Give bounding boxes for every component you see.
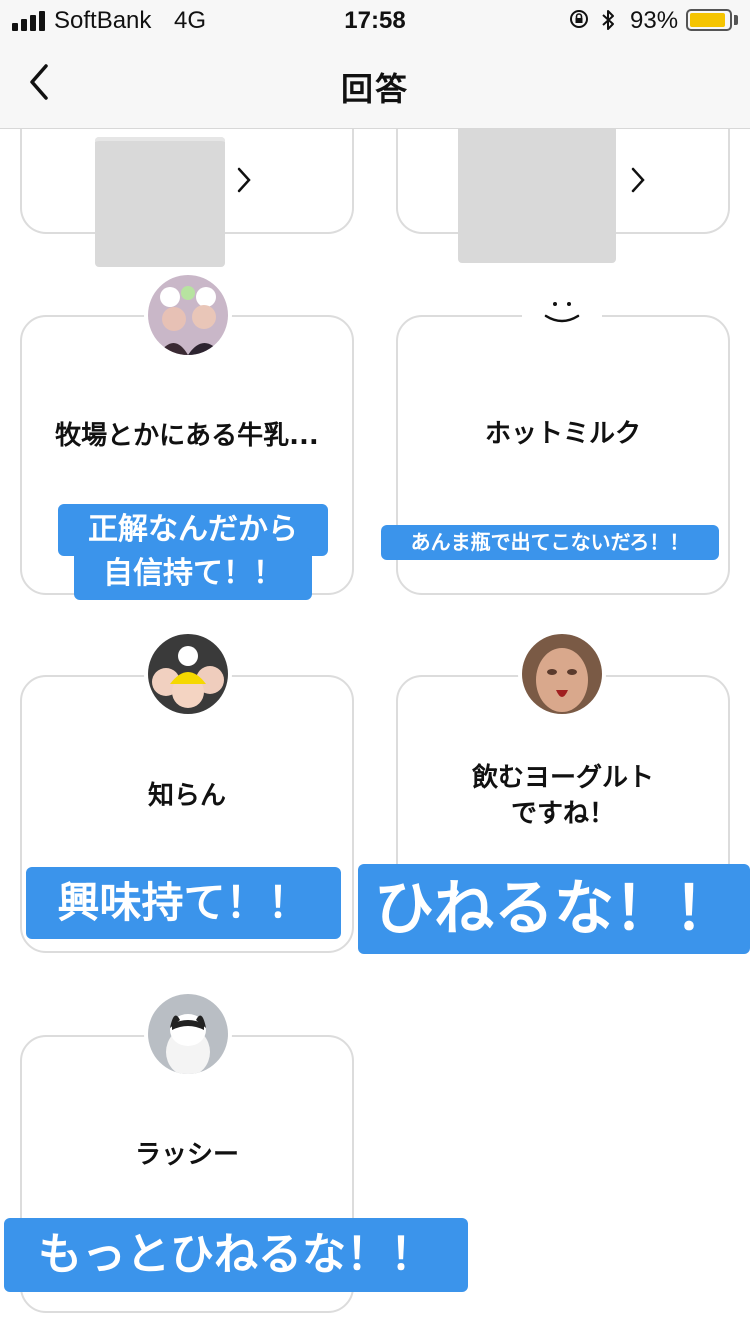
answer-text: 牧場とかにある牛乳...	[55, 421, 319, 451]
rotation-lock-icon	[570, 10, 588, 28]
avatar[interactable]	[518, 630, 606, 718]
reply-caption: あんま瓶で出てこないだろ！！	[381, 525, 719, 560]
chevron-right-icon	[631, 167, 645, 193]
avatar[interactable]	[144, 271, 232, 359]
battery-cap	[734, 15, 738, 25]
answer-text: 知らん	[147, 781, 226, 811]
navigation-bar: 回答	[0, 40, 750, 129]
answer-text: ホットミルク	[484, 419, 641, 449]
reply-caption: もっとひねるな！！	[4, 1218, 468, 1292]
avatar[interactable]	[144, 990, 232, 1078]
chevron-right-icon	[237, 167, 251, 193]
answer-text: 飲むヨーグルト ですね！	[471, 763, 654, 829]
battery-percent: 93%	[630, 7, 679, 34]
image-placeholder	[95, 137, 225, 267]
avatar[interactable]	[144, 630, 232, 718]
status-bar: SoftBank 4G 17:58 93%	[0, 0, 750, 40]
battery-fill	[690, 13, 725, 27]
page-title: 回答	[340, 70, 409, 108]
reply-caption: 自信持て！！	[74, 548, 312, 600]
smiley-face-icon	[544, 302, 580, 323]
reply-caption: 興味持て！！	[26, 867, 341, 939]
answer-text: ラッシー	[134, 1140, 239, 1170]
bluetooth-icon	[602, 10, 614, 30]
battery-icon	[686, 9, 732, 31]
reply-caption: ひねるな！！	[358, 864, 750, 954]
